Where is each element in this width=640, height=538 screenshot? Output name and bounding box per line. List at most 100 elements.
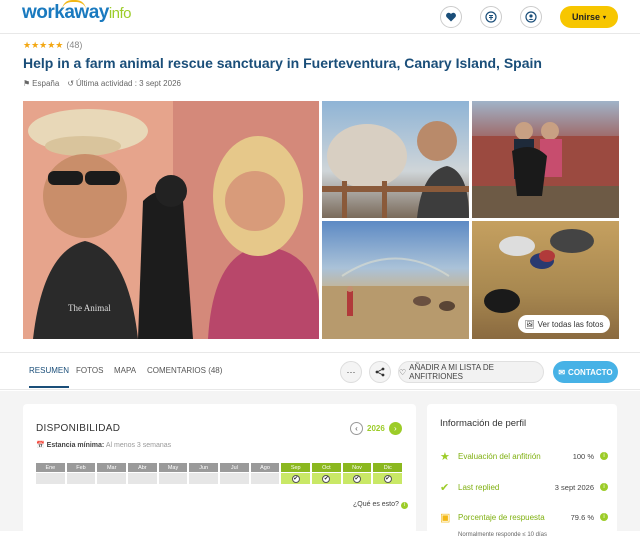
- currency-button[interactable]: [480, 6, 502, 28]
- month-label: Jul: [220, 463, 249, 472]
- check-icon: ✔: [353, 474, 362, 483]
- profile-row-response-rate: ▣ Porcentaje de respuesta 79.6 % i: [440, 511, 608, 525]
- month-status: [220, 473, 249, 484]
- view-all-photos-label: Ver todas las fotos: [537, 319, 604, 329]
- month-cell: Oct ✔: [312, 463, 341, 484]
- month-status: [36, 473, 65, 484]
- check-icon: ✔: [291, 474, 300, 483]
- star-badge-icon: ★: [440, 451, 450, 463]
- listing-title: Help in a farm animal rescue sanctuary i…: [23, 55, 542, 71]
- add-to-hosts-list-button[interactable]: ♡ AÑADIR A MI LISTA DE ANFITRIONES: [398, 361, 544, 383]
- month-label: Dic: [373, 463, 403, 472]
- last-replied-label: Last replied: [458, 483, 500, 492]
- country: ⚑ España: [23, 79, 59, 88]
- month-status: [97, 473, 127, 484]
- month-status: [158, 473, 188, 484]
- contact-label: CONTACTO: [568, 367, 613, 377]
- month-cell: Dic ✔: [373, 463, 403, 484]
- month-cell: Sep ✔: [281, 463, 311, 484]
- year-label: 2026: [367, 424, 385, 433]
- minimum-stay: 📅 Estancia mínima: Al menos 3 semanas: [36, 441, 171, 449]
- profile-info-card: Información de perfil ★ Evaluación del a…: [427, 404, 617, 538]
- info-icon[interactable]: i: [600, 483, 608, 491]
- prev-year-button[interactable]: ‹: [350, 422, 363, 435]
- history-icon: ↺: [67, 79, 75, 88]
- more-dots-icon: ···: [346, 367, 356, 377]
- user-icon: [525, 11, 537, 23]
- view-all-photos-button[interactable]: 🖼 Ver todas las fotos: [518, 315, 610, 333]
- image-icon: 🖼: [524, 319, 535, 329]
- tab-resumen[interactable]: RESUMEN: [29, 366, 70, 388]
- month-status: [250, 473, 280, 484]
- rating-count[interactable]: (48): [66, 40, 82, 50]
- response-icon: ▣: [440, 512, 451, 524]
- tab-fotos[interactable]: FOTOS: [76, 366, 103, 375]
- help-icon: i: [400, 502, 408, 509]
- favorites-button[interactable]: [440, 6, 462, 28]
- llama-photo-art: [322, 121, 469, 218]
- check-icon: ✔: [383, 474, 392, 483]
- main-photo[interactable]: The Animal: [23, 101, 319, 339]
- caret-down-icon: ▾: [603, 14, 607, 21]
- contact-button[interactable]: ✉ CONTACTO: [553, 361, 618, 383]
- month-status: ✔: [312, 473, 341, 484]
- chevron-right-icon: ›: [393, 424, 397, 433]
- user-button[interactable]: [520, 6, 542, 28]
- mail-icon: ✉: [558, 367, 566, 377]
- month-label: Abr: [128, 463, 157, 472]
- share-button[interactable]: [369, 361, 391, 383]
- last-replied-value: 3 sept 2026: [554, 483, 594, 492]
- logo-suffix: info: [108, 5, 132, 22]
- month-cell: Jun: [189, 463, 219, 484]
- add-to-list-label: AÑADIR A MI LISTA DE ANFITRIONES: [409, 363, 494, 381]
- month-cell: Feb: [66, 463, 96, 484]
- calendar-icon: 📅: [36, 442, 45, 449]
- photo-llama[interactable]: [322, 101, 469, 218]
- country-label: España: [32, 79, 60, 88]
- min-stay-label: Estancia mínima:: [46, 442, 105, 449]
- month-cell: May: [158, 463, 188, 484]
- response-rate-value: 79.6 %: [570, 513, 594, 522]
- month-status: [189, 473, 219, 484]
- next-year-button[interactable]: ›: [388, 422, 402, 435]
- field-photo-art: [322, 257, 469, 339]
- reply-icon: ✔: [440, 482, 450, 494]
- photo-calf[interactable]: [472, 101, 619, 218]
- photo-gallery: The Animal 🖼 Ver todas las fotos: [23, 101, 619, 339]
- heart-outline-icon: ♡: [399, 367, 407, 377]
- workaway-logo[interactable]: workawayinfo: [22, 0, 132, 24]
- photo-field[interactable]: [322, 221, 469, 339]
- min-stay-value: Al menos 3 semanas: [105, 442, 172, 449]
- month-label: May: [158, 463, 188, 472]
- what-is-this-label: ¿Qué es esto?: [353, 501, 399, 508]
- join-button[interactable]: Unirse ▾: [560, 6, 618, 28]
- year-navigator: ‹ 2026 ›: [350, 422, 402, 435]
- response-rate-label: Porcentaje de respuesta: [458, 513, 545, 522]
- profile-title: Información de perfil: [440, 418, 527, 429]
- month-cell: Ago: [250, 463, 280, 484]
- last-activity: ↺ Última actividad : 3 sept 2026: [67, 79, 181, 88]
- logo-sun-arc: [62, 0, 86, 10]
- more-options-button[interactable]: ···: [340, 361, 362, 383]
- details-section: DISPONIBILIDAD ‹ 2026 › 📅 Estancia mínim…: [0, 391, 640, 538]
- top-header: workawayinfo Unirse ▾: [0, 0, 640, 34]
- check-icon: ✔: [322, 474, 331, 483]
- info-icon[interactable]: i: [600, 513, 608, 521]
- month-label: Mar: [97, 463, 127, 472]
- response-time-note: Normalmente responde ≤ 10 días: [458, 532, 548, 538]
- month-label: Nov: [342, 463, 372, 472]
- month-cell: Jul: [220, 463, 249, 484]
- month-label: Sep: [281, 463, 311, 472]
- share-icon: [375, 367, 385, 377]
- tab-comentarios[interactable]: COMENTARIOS (48): [147, 366, 222, 375]
- month-label: Ene: [36, 463, 65, 472]
- tab-mapa[interactable]: MAPA: [114, 366, 136, 375]
- rating-stars: ★★★★★ (48): [23, 40, 82, 51]
- what-is-this-link[interactable]: ¿Qué es esto? i: [353, 501, 408, 509]
- month-cell: Ene: [36, 463, 65, 484]
- heart-icon: [446, 12, 456, 22]
- availability-calendar: Ene Feb Mar Abr May Jun Jul Ago Sep ✔ Oct ✔ Nov ✔ Dic ✔: [36, 463, 403, 484]
- main-photo-art: The Animal: [23, 101, 319, 339]
- month-cell: Nov ✔: [342, 463, 372, 484]
- info-icon[interactable]: i: [600, 452, 608, 460]
